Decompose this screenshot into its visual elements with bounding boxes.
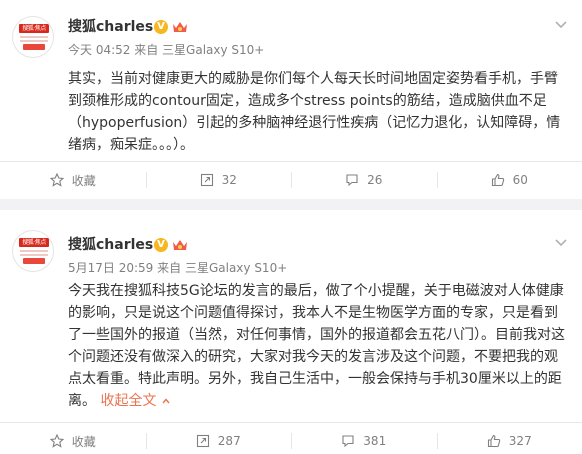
post-source: 来自 三星Galaxy S10+ (157, 261, 288, 275)
vip-crown-icon[interactable] (172, 20, 188, 34)
star-icon (49, 173, 64, 187)
comment-icon (342, 435, 354, 448)
avatar[interactable]: 搜狐·焦点 (12, 230, 54, 272)
action-bar: 收藏 32 26 60 (0, 161, 582, 199)
post-text: 今天我在搜狐科技5G论坛的发言的最后，做了个小提醒，关于电磁波对人体健康的影响，… (68, 283, 565, 409)
comment-button[interactable]: 26 (291, 161, 437, 199)
post-card: 搜狐·焦点 搜狐charles V 5月17日 20:59 来自 三星Galax… (0, 210, 582, 454)
post-time[interactable]: 5月17日 20:59 (68, 261, 153, 275)
repost-icon (196, 434, 209, 448)
author-name[interactable]: 搜狐charles (68, 236, 153, 254)
author-name[interactable]: 搜狐charles (68, 18, 153, 36)
verified-icon: V (154, 238, 168, 252)
post-text: 其实，当前对健康更大的威胁是你们每个人每天长时间地固定姿势看手机，手臂到颈椎形成… (68, 71, 561, 153)
action-bar: 收藏 287 381 327 (0, 422, 582, 454)
repost-button[interactable]: 287 (145, 422, 292, 454)
post-meta: 今天 04:52 来自 三星Galaxy S10+ (68, 42, 264, 58)
chevron-up-icon (162, 398, 170, 404)
like-button[interactable]: 60 (436, 161, 582, 199)
post-meta: 5月17日 20:59 来自 三星Galaxy S10+ (68, 260, 287, 276)
thumbs-up-icon (487, 434, 500, 448)
post-source: 来自 三星Galaxy S10+ (134, 43, 265, 57)
collapse-full-text-link[interactable]: 收起全文 (100, 393, 170, 409)
like-button[interactable]: 327 (436, 422, 582, 454)
thumbs-up-icon (491, 173, 504, 187)
verified-icon: V (154, 20, 168, 34)
chevron-down-icon[interactable] (554, 18, 568, 32)
post-card: 搜狐·焦点 搜狐charles V 今天 04:52 来自 三星Galaxy S… (0, 0, 582, 199)
avatar[interactable]: 搜狐·焦点 (12, 16, 54, 58)
post-time[interactable]: 今天 04:52 (68, 43, 130, 57)
weibo-feed: 搜狐·焦点 搜狐charles V 今天 04:52 来自 三星Galaxy S… (0, 0, 582, 454)
chevron-down-icon[interactable] (554, 236, 568, 250)
vip-crown-icon[interactable] (172, 238, 188, 252)
favorite-button[interactable]: 收藏 (0, 422, 146, 454)
star-icon (49, 434, 64, 448)
favorite-button[interactable]: 收藏 (0, 161, 146, 199)
repost-icon (200, 173, 213, 187)
comment-button[interactable]: 381 (291, 422, 437, 454)
repost-button[interactable]: 32 (145, 161, 292, 199)
comment-icon (346, 174, 358, 187)
